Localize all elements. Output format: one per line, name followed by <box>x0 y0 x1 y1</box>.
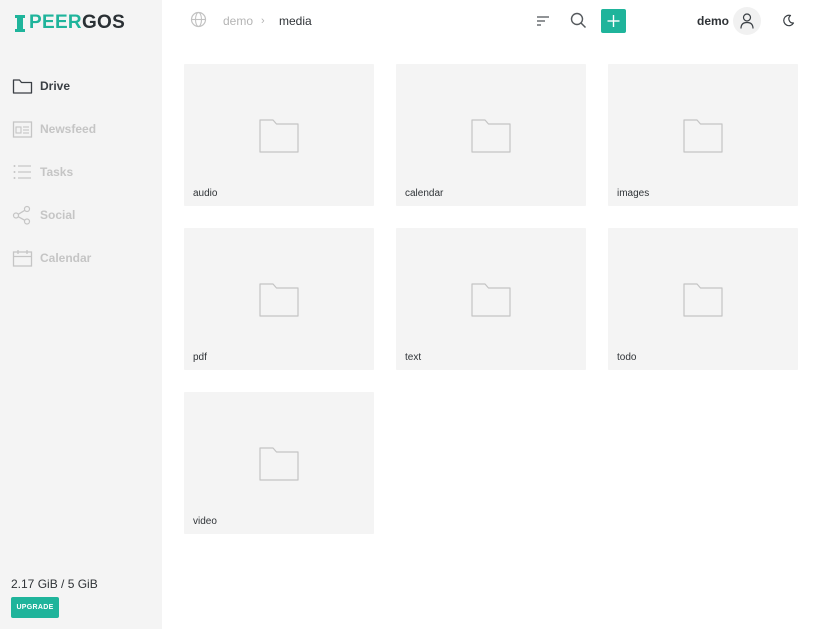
folder-icon <box>259 283 299 317</box>
folder-icon <box>683 283 723 317</box>
upgrade-button[interactable]: UPGRADE <box>11 597 59 618</box>
folder-name: video <box>193 516 217 527</box>
folder-icon <box>259 447 299 481</box>
sidebar-item-tasks[interactable]: Tasks <box>12 162 96 182</box>
newsfeed-icon <box>12 121 33 138</box>
sidebar-item-calendar[interactable]: Calendar <box>12 248 96 268</box>
search-icon[interactable] <box>570 12 587 29</box>
plus-icon <box>607 15 620 27</box>
logo-text-suffix: GOS <box>81 12 126 33</box>
top-bar: demo › media demo <box>162 0 819 42</box>
share-icon <box>12 205 31 225</box>
sidebar-item-newsfeed[interactable]: Newsfeed <box>12 119 96 139</box>
folder-icon <box>471 119 511 153</box>
folder-name: todo <box>617 352 637 363</box>
folder-name: images <box>617 188 650 199</box>
breadcrumb-item-demo[interactable]: demo <box>223 14 253 28</box>
folder-tile-images[interactable]: images <box>608 64 798 206</box>
peergos-logo[interactable]: PEERGOS <box>15 12 125 34</box>
folder-tile-pdf[interactable]: pdf <box>184 228 374 370</box>
sidebar: PEERGOS Drive Newsfeed Tasks Social Cale… <box>0 0 162 629</box>
folder-icon <box>259 119 299 153</box>
folder-tile-todo[interactable]: todo <box>608 228 798 370</box>
folder-name: text <box>405 352 422 363</box>
globe-icon[interactable] <box>190 11 207 28</box>
user-icon <box>740 13 754 29</box>
folder-tile-video[interactable]: video <box>184 392 374 534</box>
sidebar-item-drive[interactable]: Drive <box>12 76 96 96</box>
folder-icon <box>683 119 723 153</box>
folder-icon <box>12 79 33 94</box>
sort-icon[interactable] <box>535 13 551 29</box>
folder-tile-text[interactable]: text <box>396 228 586 370</box>
folder-name: pdf <box>193 352 207 363</box>
avatar[interactable] <box>733 7 761 35</box>
folder-icon <box>471 283 511 317</box>
folder-name: calendar <box>405 188 444 199</box>
breadcrumb-item-media[interactable]: media <box>279 14 312 28</box>
moon-icon[interactable] <box>782 14 795 27</box>
username: demo <box>697 14 730 28</box>
peergos-tower-icon <box>15 14 25 32</box>
add-button[interactable] <box>601 9 626 33</box>
folder-tile-audio[interactable]: audio <box>184 64 374 206</box>
sidebar-item-label: Social <box>40 208 76 222</box>
logo-text-prefix: PEER <box>29 12 82 33</box>
sidebar-nav: Drive Newsfeed Tasks Social Calendar <box>12 76 96 291</box>
sidebar-item-social[interactable]: Social <box>12 205 96 225</box>
folder-tile-calendar[interactable]: calendar <box>396 64 586 206</box>
sidebar-item-label: Tasks <box>40 165 74 179</box>
breadcrumb-separator: › <box>261 15 265 27</box>
storage-quota: 2.17 GiB / 5 GiB <box>11 577 98 591</box>
sidebar-item-label: Newsfeed <box>40 122 97 136</box>
folder-name: audio <box>193 188 218 199</box>
sidebar-item-label: Calendar <box>40 251 92 265</box>
tasks-list-icon <box>13 165 31 179</box>
sidebar-item-label: Drive <box>40 79 71 93</box>
calendar-icon <box>12 250 33 267</box>
